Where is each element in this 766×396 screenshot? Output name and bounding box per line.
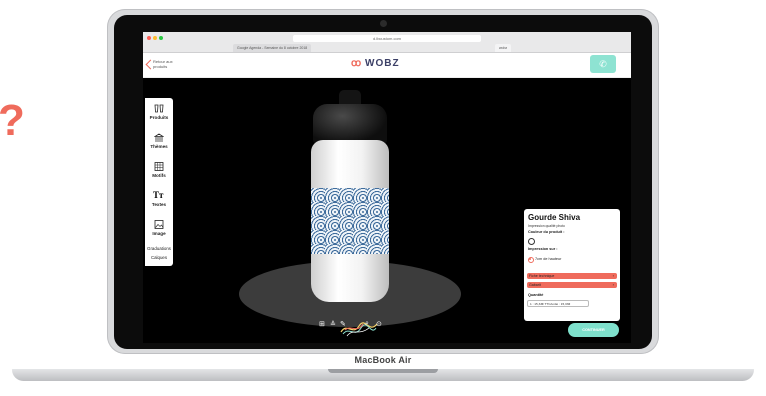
close-window-button[interactable] <box>147 36 151 40</box>
laptop-screen: d.lbcustom.com Google Agenda - Semaine d… <box>143 32 631 343</box>
chevron-right-icon: › <box>612 273 614 278</box>
bottle-cap <box>313 104 387 144</box>
camera <box>380 20 387 27</box>
browser-tab-wobz[interactable]: wobz <box>495 44 512 52</box>
sidebar-item-themes[interactable]: Thèmes <box>145 144 173 149</box>
chevron-right-icon: › <box>612 282 614 287</box>
sidebar-item-image[interactable]: Image <box>145 231 173 236</box>
laptop-brand-label: MacBook Air <box>354 355 412 365</box>
tab-bar: Google Agenda - Semaine du 8 octobre 201… <box>143 44 631 52</box>
cups-icon <box>154 104 164 113</box>
tools-sidebar: Produits Thèmes Motifs Tт Textes Image G… <box>145 98 173 266</box>
sidebar-item-motifs[interactable]: Motifs <box>145 173 173 178</box>
grid-icon[interactable]: ⊞ <box>319 320 325 328</box>
product-subtitle: Impression qualité photo <box>528 224 565 228</box>
color-label: Couleur du produit : <box>528 230 565 234</box>
app-header: Retour aux produits ꝏ WOBZ ✆ <box>143 53 631 78</box>
print-option-label: 7cm de hauteur <box>535 257 562 261</box>
laptop-notch <box>328 369 438 373</box>
phone-icon: ✆ <box>599 59 607 69</box>
wobz-logo: WOBZ <box>365 58 400 69</box>
decorative-question-mark: ? <box>0 96 25 145</box>
browser-tab-agenda[interactable]: Google Agenda - Semaine du 8 octobre 201… <box>233 44 312 52</box>
template-label: Gabarit <box>529 283 541 287</box>
sidebar-item-textes[interactable]: Textes <box>145 202 173 207</box>
color-swatch[interactable] <box>528 238 535 245</box>
maximize-window-button[interactable] <box>159 36 163 40</box>
back-to-products-link[interactable]: Retour aux produits <box>153 59 173 69</box>
layers-icon[interactable]: ≗ <box>330 320 336 328</box>
text-icon: Tт <box>153 190 164 200</box>
scribble-icon <box>340 322 378 337</box>
monument-icon <box>154 133 164 142</box>
wobz-logo-icon: ꝏ <box>351 58 362 69</box>
image-icon <box>154 220 164 229</box>
sidebar-item-graduations[interactable]: Graduations <box>145 246 173 251</box>
sidebar-item-calques[interactable]: Calques <box>145 255 173 260</box>
address-bar[interactable]: d.lbcustom.com <box>293 35 481 42</box>
phone-button[interactable]: ✆ <box>590 55 616 73</box>
sidebar-item-produits[interactable]: Produits <box>145 115 173 120</box>
quantity-label: Quantité <box>528 293 544 297</box>
play-icon[interactable]: ⊙ <box>376 320 382 328</box>
zoom-icon[interactable]: ⌕ <box>365 320 369 328</box>
bottle-print-pattern <box>311 188 389 254</box>
browser-chrome: d.lbcustom.com Google Agenda - Semaine d… <box>143 32 631 53</box>
product-card: Gourde Shiva Impression qualité photo Co… <box>524 209 620 321</box>
continue-button[interactable]: CONTINUER <box>568 323 619 337</box>
quantity-select[interactable]: 1 : 15,33€ TTC/unité : 15,33€ <box>527 300 589 307</box>
template-button[interactable]: Gabarit › <box>527 282 617 288</box>
technical-sheet-label: Fiche technique <box>529 274 555 278</box>
minimize-window-button[interactable] <box>153 36 157 40</box>
back-link-line2: produits <box>153 63 168 69</box>
print-label: Impression sur : <box>528 247 558 251</box>
technical-sheet-button[interactable]: Fiche technique › <box>527 273 617 279</box>
product-title: Gourde Shiva <box>528 213 581 222</box>
pattern-icon <box>154 162 164 171</box>
